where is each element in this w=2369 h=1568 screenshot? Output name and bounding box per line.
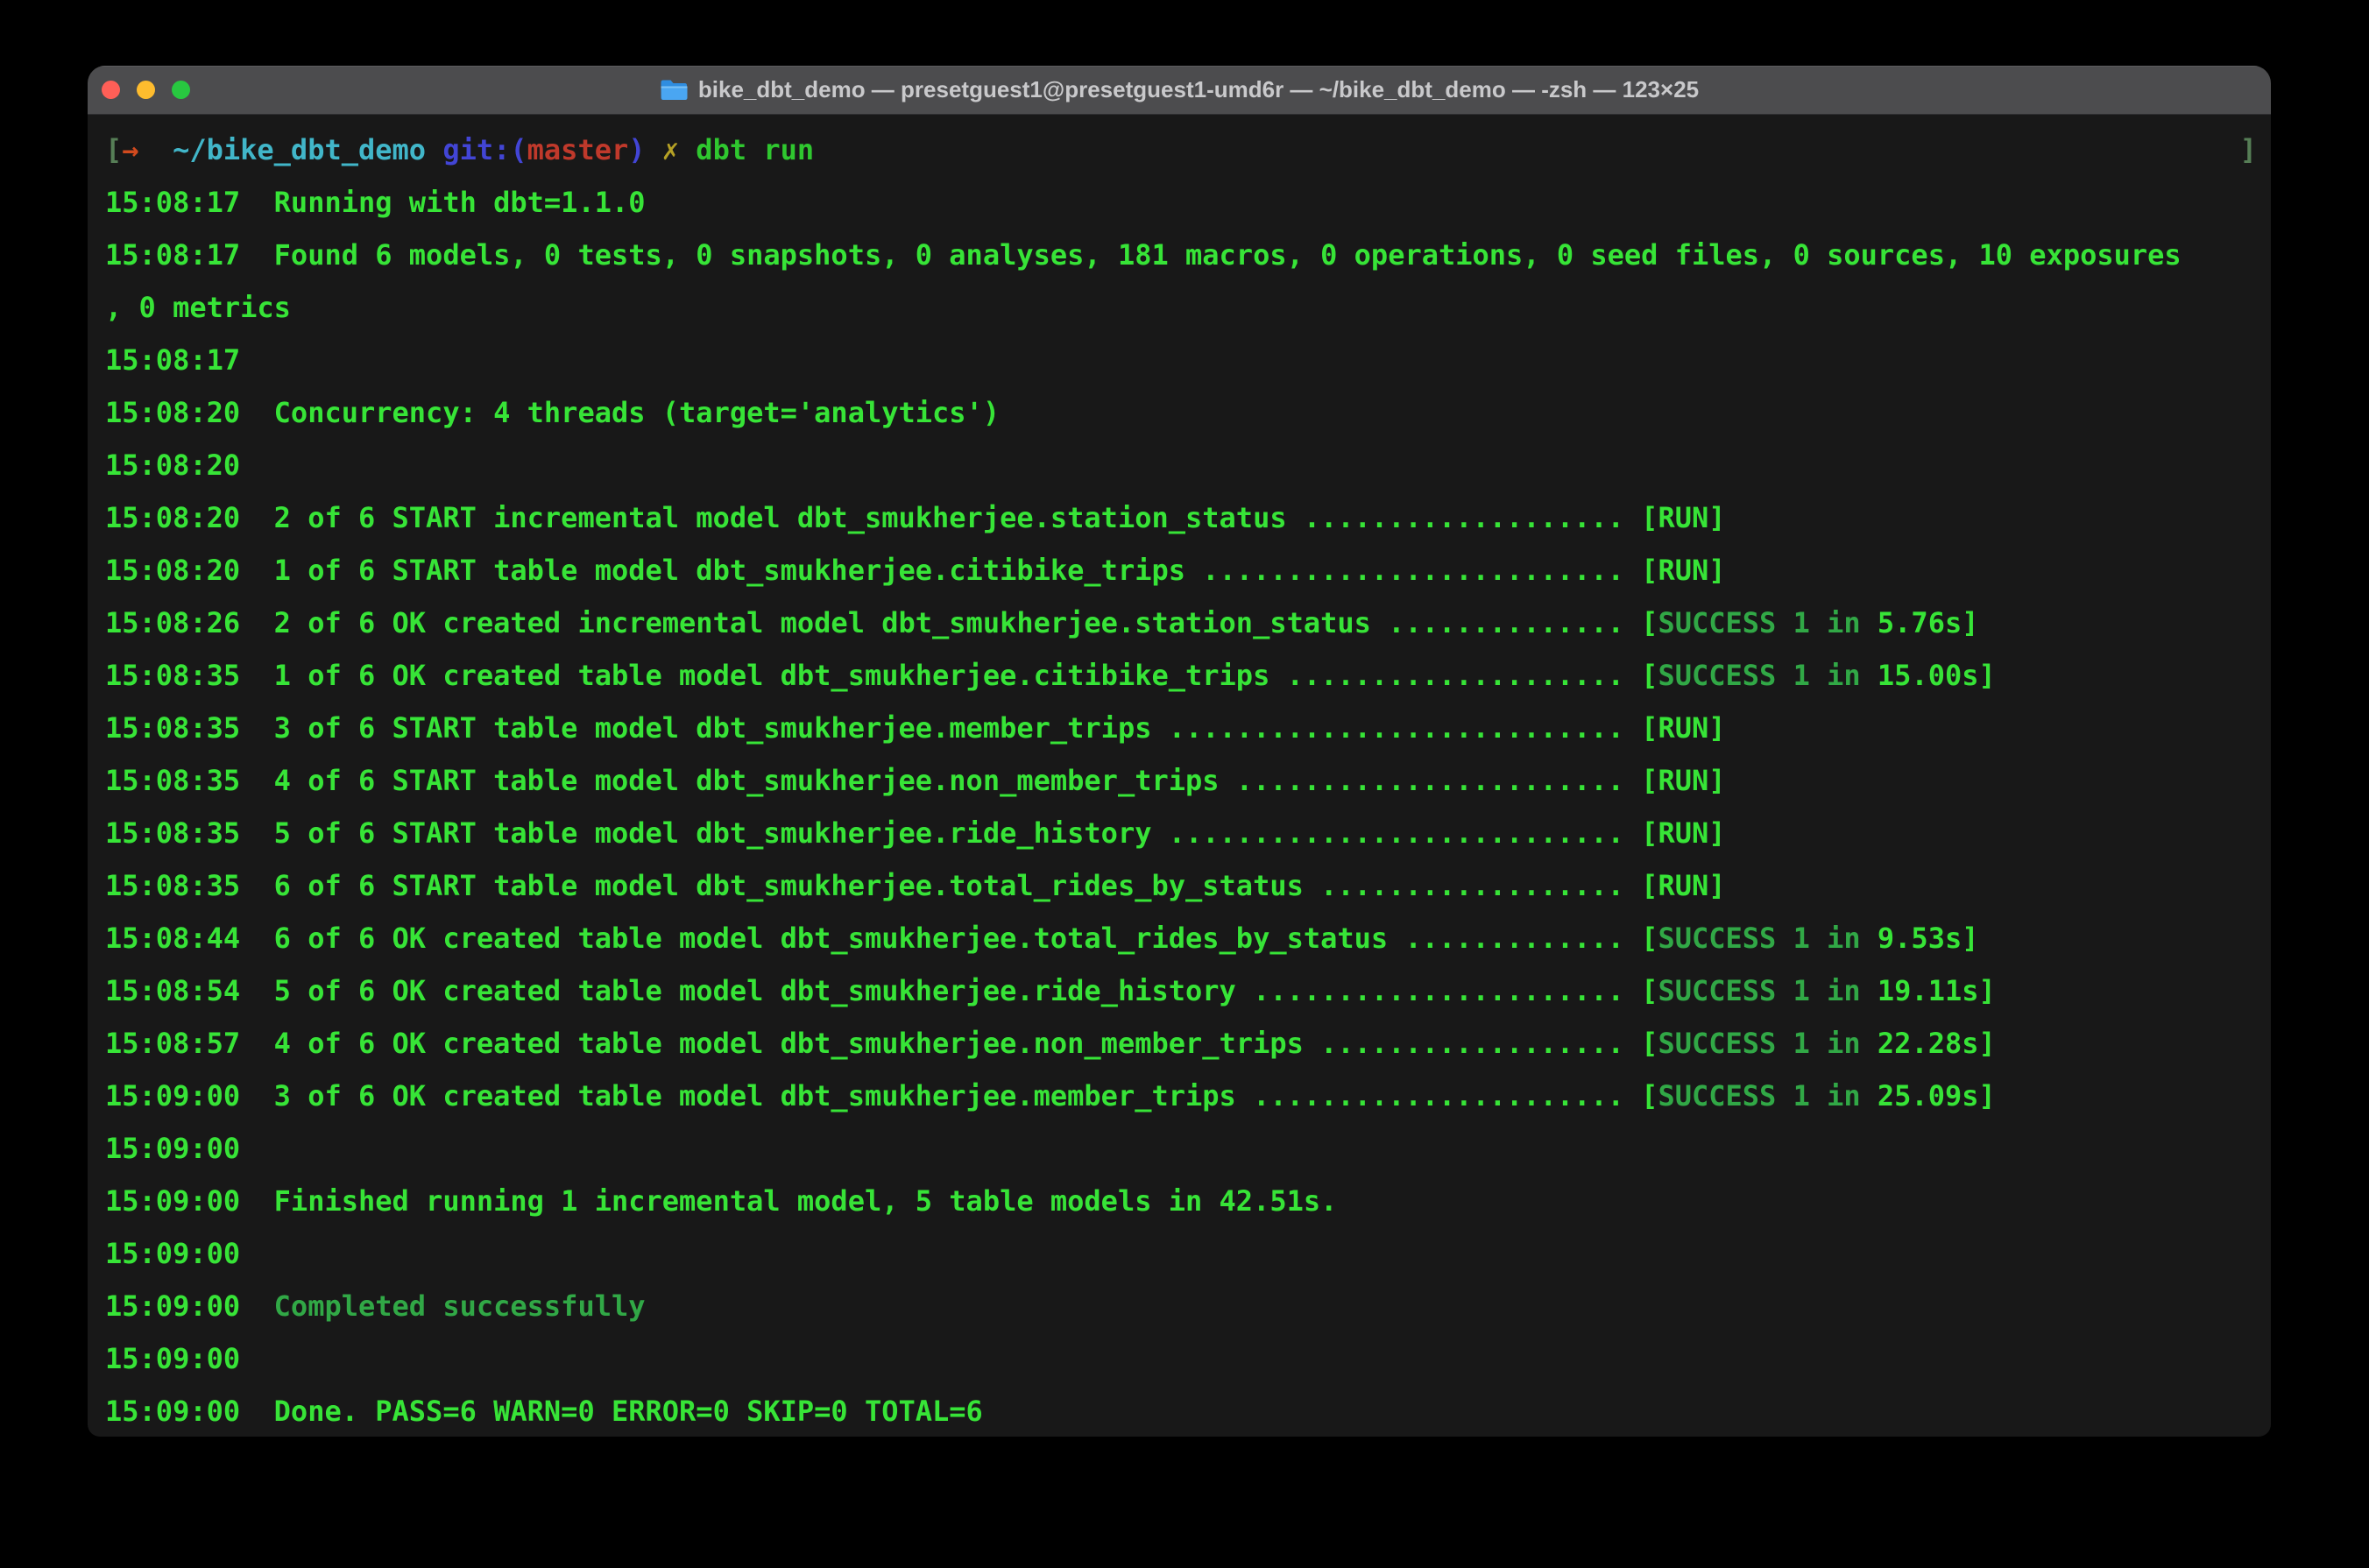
text-segment: SUCCESS 1 in (1658, 922, 1860, 955)
title-bar[interactable]: bike_dbt_demo — presetguest1@presetguest… (88, 66, 2271, 115)
prompt-git-branch: master (527, 133, 629, 166)
spacer (426, 133, 442, 166)
text-segment: , 0 metrics (105, 291, 291, 324)
prompt-dirty-indicator: ✗ (662, 133, 679, 166)
text-segment: SUCCESS 1 in (1658, 974, 1860, 1007)
terminal-line: 15:08:17 Running with dbt=1.1.0 (105, 176, 2271, 229)
text-segment: 15:08:17 Running with dbt=1.1.0 (105, 186, 646, 219)
terminal-line: 15:08:17 (105, 334, 2271, 386)
text-segment: SUCCESS 1 in (1658, 1079, 1860, 1112)
text-segment: 15:08:35 1 of 6 OK created table model d… (105, 659, 1658, 692)
terminal-line: 15:08:44 6 of 6 OK created table model d… (105, 912, 2271, 964)
prompt-cwd: ~/bike_dbt_demo (173, 133, 426, 166)
spacer (139, 133, 173, 166)
text-segment: 15:09:00 (105, 1237, 240, 1270)
terminal-line: 15:08:26 2 of 6 OK created incremental m… (105, 597, 2271, 649)
text-segment: Completed successfully (274, 1289, 646, 1323)
text-segment: SUCCESS 1 in (1658, 659, 1860, 692)
minimize-button[interactable] (137, 81, 155, 99)
spacer (679, 133, 696, 166)
text-segment: 15:08:35 6 of 6 START table model dbt_sm… (105, 869, 1726, 902)
terminal-line: 15:08:17 Found 6 models, 0 tests, 0 snap… (105, 229, 2271, 281)
text-segment: 15:08:17 Found 6 models, 0 tests, 0 snap… (105, 238, 2182, 272)
terminal-line: 15:08:20 2 of 6 START incremental model … (105, 491, 2271, 544)
folder-icon (660, 78, 688, 102)
text-segment: 15:08:44 6 of 6 OK created table model d… (105, 922, 1658, 955)
text-segment: SUCCESS 1 in (1658, 606, 1860, 639)
prompt-command: dbt run (696, 133, 814, 166)
terminal-content[interactable]: [→ ~/bike_dbt_demo git:(master) ✗ dbt ru… (88, 115, 2271, 1437)
text-segment: SUCCESS 1 in (1658, 1027, 1860, 1060)
prompt-bracket-left: [ (105, 133, 122, 166)
prompt-bracket-right: ] (2240, 124, 2257, 176)
text-segment: 15:08:35 5 of 6 START table model dbt_sm… (105, 816, 1726, 850)
terminal-line: 15:08:35 4 of 6 START table model dbt_sm… (105, 754, 2271, 807)
text-segment: 15:08:20 2 of 6 START incremental model … (105, 501, 1726, 534)
text-segment: 15:08:20 Concurrency: 4 threads (target=… (105, 396, 1000, 429)
text-segment: 15:08:17 (105, 343, 240, 377)
text-segment: 15:09:00 Done. PASS=6 WARN=0 ERROR=0 SKI… (105, 1395, 983, 1428)
text-segment: 22.28s] (1861, 1027, 1996, 1060)
text-segment: 15:09:00 (105, 1342, 240, 1375)
window-title-group: bike_dbt_demo — presetguest1@presetguest… (88, 76, 2271, 103)
text-segment: 15:08:54 5 of 6 OK created table model d… (105, 974, 1658, 1007)
text-segment: 15:08:35 4 of 6 START table model dbt_sm… (105, 764, 1726, 797)
traffic-lights (102, 66, 190, 114)
terminal-output: [→ ~/bike_dbt_demo git:(master) ✗ dbt ru… (105, 124, 2271, 1437)
prompt-line: [→ ~/bike_dbt_demo git:(master) ✗ dbt ru… (105, 124, 2271, 176)
terminal-line: 15:08:20 (105, 439, 2271, 491)
text-segment: 15:08:26 2 of 6 OK created incremental m… (105, 606, 1658, 639)
text-segment: 15:09:00 (105, 1289, 274, 1323)
screen: { "window": { "title": "bike_dbt_demo — … (0, 0, 2369, 1568)
text-segment: 19.11s] (1861, 974, 1996, 1007)
terminal-line: 15:09:00 3 of 6 OK created table model d… (105, 1070, 2271, 1122)
text-segment: 5.76s] (1861, 606, 1979, 639)
text-segment: 9.53s] (1861, 922, 1979, 955)
text-segment: 15:09:00 (105, 1132, 240, 1165)
terminal-line: 15:08:35 5 of 6 START table model dbt_sm… (105, 807, 2271, 859)
prompt-git-close: ) (628, 133, 645, 166)
text-segment: 15:08:57 4 of 6 OK created table model d… (105, 1027, 1658, 1060)
terminal-line: , 0 metrics (105, 281, 2271, 334)
prompt-arrow-icon: → (122, 133, 138, 166)
terminal-line: 15:09:00 Completed successfully (105, 1280, 2271, 1332)
terminal-line: 15:09:00 (105, 1332, 2271, 1385)
text-segment: 15:08:35 3 of 6 START table model dbt_sm… (105, 711, 1726, 745)
text-segment: 15:09:00 3 of 6 OK created table model d… (105, 1079, 1658, 1112)
window-title: bike_dbt_demo — presetguest1@presetguest… (698, 76, 1699, 103)
text-segment: 15:08:20 (105, 449, 240, 482)
text-segment: 15:08:20 1 of 6 START table model dbt_sm… (105, 554, 1726, 587)
terminal-line: 15:09:00 Finished running 1 incremental … (105, 1175, 2271, 1227)
terminal-line: 15:08:20 1 of 6 START table model dbt_sm… (105, 544, 2271, 597)
terminal-line: 15:08:35 1 of 6 OK created table model d… (105, 649, 2271, 702)
terminal-line: 15:08:57 4 of 6 OK created table model d… (105, 1017, 2271, 1070)
zoom-button[interactable] (172, 81, 190, 99)
terminal-line: 15:08:35 6 of 6 START table model dbt_sm… (105, 859, 2271, 912)
terminal-line: 15:09:00 Done. PASS=6 WARN=0 ERROR=0 SKI… (105, 1385, 2271, 1437)
text-segment: 25.09s] (1861, 1079, 1996, 1112)
terminal-line: 15:08:20 Concurrency: 4 threads (target=… (105, 386, 2271, 439)
prompt-git-label: git:( (442, 133, 527, 166)
terminal-line: 15:08:35 3 of 6 START table model dbt_sm… (105, 702, 2271, 754)
text-segment: 15.00s] (1861, 659, 1996, 692)
terminal-line: 15:08:54 5 of 6 OK created table model d… (105, 964, 2271, 1017)
close-button[interactable] (102, 81, 120, 99)
terminal-line: 15:09:00 (105, 1227, 2271, 1280)
spacer (646, 133, 662, 166)
terminal-window: bike_dbt_demo — presetguest1@presetguest… (88, 66, 2271, 1437)
text-segment: 15:09:00 Finished running 1 incremental … (105, 1184, 1337, 1218)
terminal-line: 15:09:00 (105, 1122, 2271, 1175)
